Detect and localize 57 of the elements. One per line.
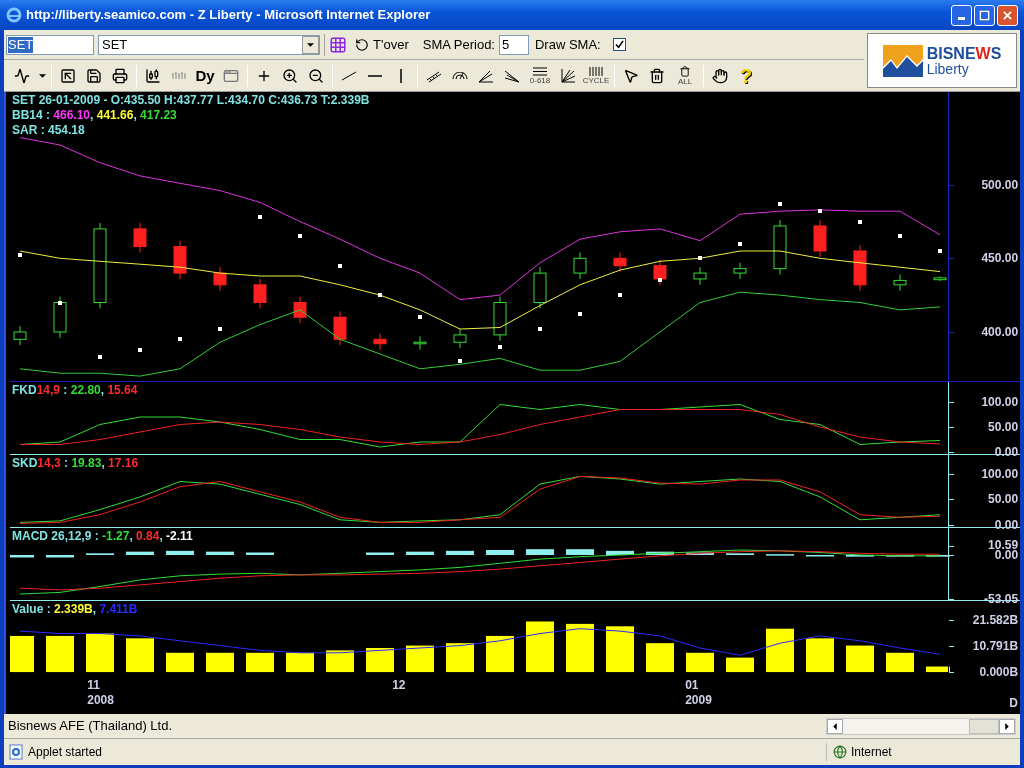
- legend-text: MACD 26,12,9 :: [12, 529, 100, 544]
- status-text: Applet started: [28, 744, 104, 761]
- axis-label: 21.582B: [971, 615, 1019, 626]
- legend-text: :: [62, 383, 69, 398]
- company-name: Bisnews AFE (Thailand) Ltd.: [8, 717, 174, 736]
- legend-text: 2.339B: [54, 602, 93, 617]
- tool-caption: 0-618: [529, 75, 551, 85]
- legend-text: 15.64: [107, 383, 138, 398]
- axis-label: 100.00: [980, 397, 1019, 407]
- year-label: 2008: [87, 693, 114, 708]
- legend-text: Value :: [12, 602, 52, 617]
- axis-label: 0.000B: [978, 667, 1019, 678]
- tool-caption: CYCLE: [582, 75, 610, 85]
- legend-text: -1.27: [102, 529, 130, 544]
- logo-subtitle: Liberty: [926, 61, 970, 76]
- tool-caption: ALL: [677, 76, 693, 86]
- legend-text: ,: [92, 602, 98, 617]
- legend-text: BB14 :: [12, 108, 51, 123]
- legend-text: 7.411B: [99, 602, 138, 617]
- logo-text: S: [990, 45, 1002, 62]
- legend-text: ,: [101, 456, 106, 471]
- period-label: D: [1009, 695, 1018, 712]
- axis-label: 500.00: [980, 179, 1019, 190]
- legend-text: 17.16: [108, 456, 139, 471]
- axis-label: 450.00: [980, 253, 1019, 264]
- legend-text: 22.80: [70, 383, 101, 398]
- axis-label: 50.00: [987, 422, 1019, 432]
- logo-text: BISNE: [926, 45, 976, 62]
- axis-label: 0.00: [994, 550, 1019, 560]
- window-title: http://liberty.seamico.com - Z Liberty - Microsoft Internet Explorer: [26, 6, 432, 25]
- legend-text: SAR : 454.18: [12, 123, 85, 138]
- sma-period-label: SMA Period:: [422, 35, 495, 54]
- legend-text: ,: [159, 529, 164, 544]
- legend-text: 417.23: [140, 108, 177, 123]
- legend-text: SKD: [12, 456, 38, 471]
- year-label: 2009: [685, 693, 712, 708]
- draw-sma-label: Draw SMA:: [535, 35, 601, 54]
- logo-text: W: [975, 45, 991, 62]
- legend-text: FKD: [12, 383, 37, 398]
- month-label: 12: [392, 678, 406, 693]
- legend-text: ,: [129, 529, 134, 544]
- zone-text: Internet: [851, 744, 892, 761]
- month-label: 11: [87, 678, 101, 693]
- axis-label: 10.59: [987, 540, 1019, 550]
- legend-text: 14,3: [37, 456, 61, 471]
- month-label: 01: [685, 678, 700, 693]
- axis-label: 400.00: [980, 326, 1019, 337]
- legend-text: SET 26-01-2009 - O:435.50 H:437.77 L:434.70 C:436.73 T:2.339B: [12, 93, 370, 108]
- legend-text: ,: [90, 108, 95, 123]
- axis-label: 50.00: [987, 494, 1019, 505]
- legend-text: ,: [100, 383, 106, 398]
- legend-text: ,: [133, 108, 138, 123]
- legend-text: :: [63, 456, 70, 471]
- axis-label: 10.791B: [971, 641, 1019, 652]
- legend-text: 14,9: [36, 383, 61, 398]
- legend-text: -2.11: [166, 529, 193, 544]
- axis-label: 100.00: [980, 468, 1019, 479]
